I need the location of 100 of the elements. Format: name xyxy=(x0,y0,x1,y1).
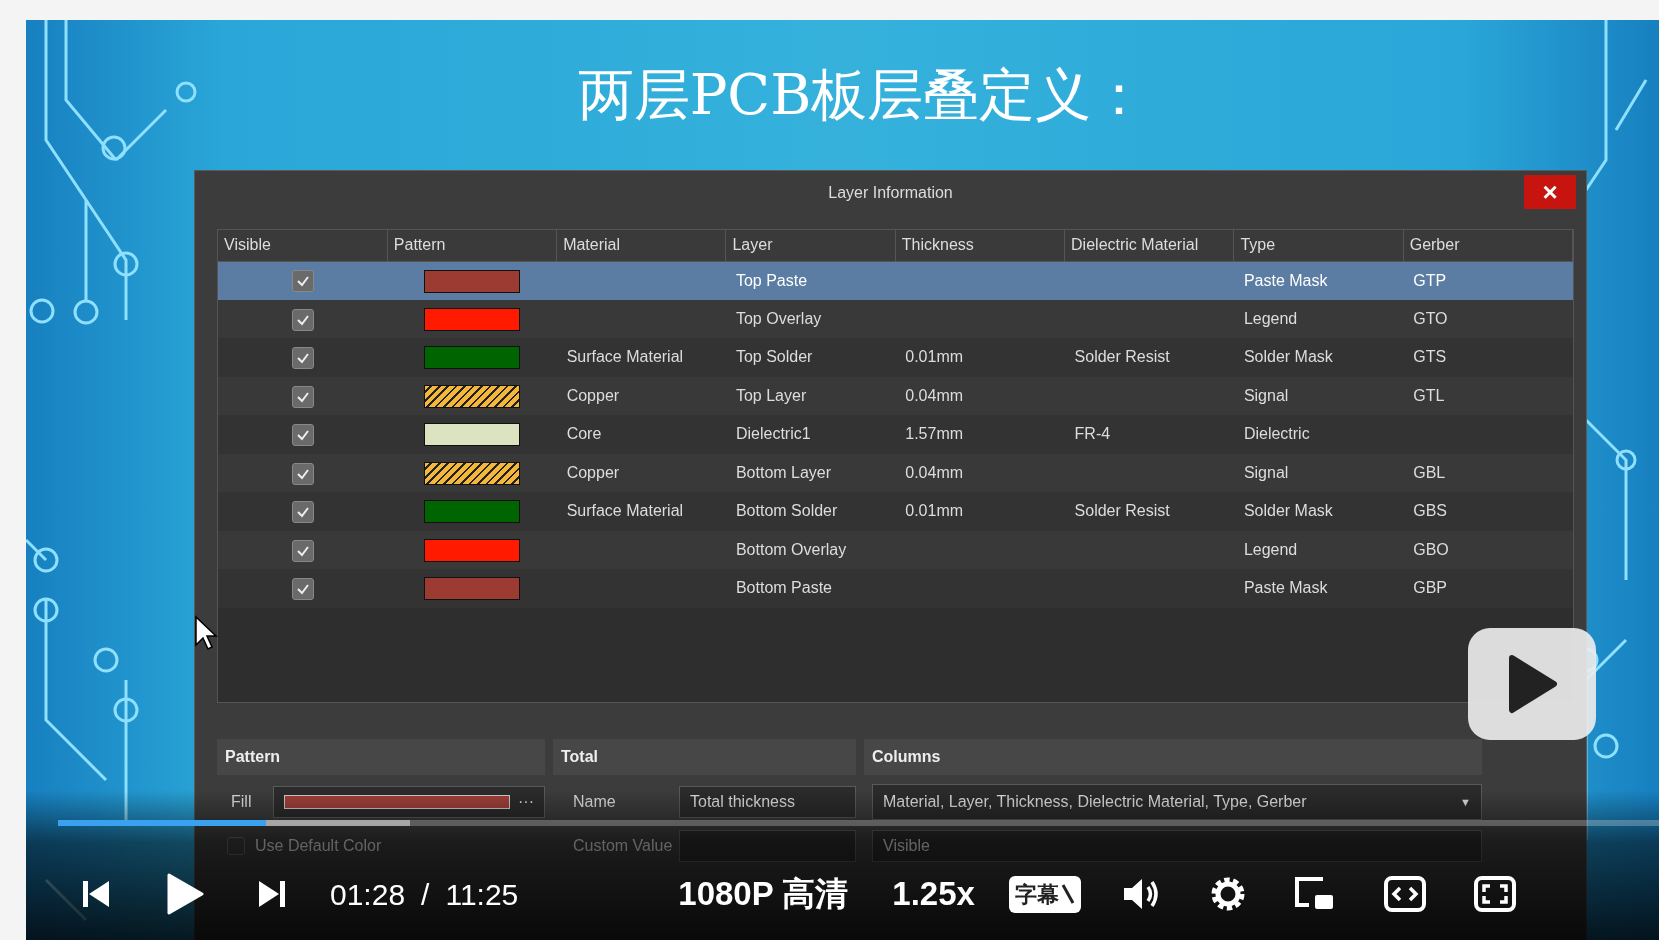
table-cell: Solder Resist xyxy=(1074,502,1170,520)
table-cell: Dielectric1 xyxy=(735,425,811,443)
visible-checkbox[interactable] xyxy=(291,385,314,408)
table-cell: Signal xyxy=(1243,463,1289,481)
caret-icon: ▼ xyxy=(1460,793,1471,811)
field-label: Name xyxy=(573,792,617,812)
table-cell: Top Paste xyxy=(735,271,808,289)
fill-field[interactable]: ··· xyxy=(273,786,545,818)
table-cell: 0.01mm xyxy=(905,348,964,366)
visible-checkbox[interactable] xyxy=(291,308,314,331)
play-overlay-button[interactable] xyxy=(1468,628,1596,740)
table-row[interactable]: Surface Material Bottom Solder 0.01mm Solder Resist Solder Mask GBS xyxy=(218,492,1573,531)
table-row[interactable]: Copper Bottom Layer 0.04mm Signal GBL xyxy=(218,453,1573,492)
visible-checkbox[interactable] xyxy=(291,347,314,369)
table-cell: Bottom Paste xyxy=(735,579,832,597)
visible-checkbox[interactable] xyxy=(291,462,314,485)
visible-checkbox[interactable] xyxy=(291,424,314,446)
previous-icon xyxy=(80,878,112,910)
table-row[interactable]: Core Dielectric1 1.57mm FR-4 Dielectric xyxy=(218,415,1573,454)
table-cell: Signal xyxy=(1243,386,1289,404)
visible-checkbox[interactable] xyxy=(291,578,314,600)
columns-dropdown[interactable]: Material, Layer, Thickness, Dielectric Material, Type, Gerber ▼ xyxy=(872,784,1482,820)
slash-icon xyxy=(1060,883,1075,905)
table-cell: Legend xyxy=(1243,309,1298,327)
progress-bar[interactable] xyxy=(58,820,1659,826)
table-cell: Legend xyxy=(1243,540,1298,558)
table-cell: Paste Mask xyxy=(1243,271,1328,289)
column-header[interactable]: Pattern xyxy=(387,230,557,261)
field-label: Fill xyxy=(231,792,252,812)
visible-checkbox[interactable] xyxy=(291,539,314,562)
column-header[interactable]: Layer xyxy=(725,230,896,261)
previous-button[interactable] xyxy=(80,878,112,910)
table-cell: GBP xyxy=(1413,579,1447,597)
table-cell: Surface Material xyxy=(566,348,684,366)
panel-heading: Columns xyxy=(864,739,1482,775)
table-cell: Top Layer xyxy=(735,386,807,404)
table-cell: FR-4 xyxy=(1074,425,1111,443)
table-cell: Top Solder xyxy=(735,348,813,366)
checkbox-label: Use Default Color xyxy=(255,836,382,856)
next-icon xyxy=(256,878,288,910)
table-cell: Copper xyxy=(566,463,620,481)
table-cell: Bottom Overlay xyxy=(735,540,847,558)
quality-button[interactable]: 1080P 高清 xyxy=(678,869,849,919)
fullscreen-icon xyxy=(1472,875,1517,913)
table-cell: Bottom Solder xyxy=(735,502,838,520)
table-row[interactable]: Bottom Overlay Legend GBO xyxy=(218,530,1573,569)
panel-heading: Pattern xyxy=(217,739,545,775)
table-cell: GBO xyxy=(1413,540,1449,558)
table-cell: GBL xyxy=(1413,463,1446,481)
table-cell: Paste Mask xyxy=(1243,579,1328,597)
play-button[interactable] xyxy=(166,873,204,915)
panel-heading: Total xyxy=(553,739,856,775)
play-icon xyxy=(1506,654,1558,714)
table-cell: Bottom Layer xyxy=(735,463,832,481)
table-cell: GTL xyxy=(1413,386,1445,404)
table-cell: 0.04mm xyxy=(905,463,964,481)
column-header[interactable]: Dielectric Material xyxy=(1064,230,1234,261)
table-cell: Surface Material xyxy=(566,502,684,520)
table-cell: Solder Mask xyxy=(1243,502,1333,520)
subtitle-button[interactable]: 字幕 xyxy=(1008,875,1081,913)
name-field[interactable]: Total thickness xyxy=(679,786,856,818)
more-button[interactable]: ··· xyxy=(518,790,534,814)
slide-title: 两层PCB板层叠定义： xyxy=(576,61,1148,129)
play-icon xyxy=(166,873,204,915)
table-row[interactable]: Bottom Paste Paste Mask GBP xyxy=(218,569,1573,608)
table-cell: GTO xyxy=(1413,309,1448,327)
table-row[interactable]: Surface Material Top Solder 0.01mm Solder Resist Solder Mask GTS xyxy=(218,338,1573,377)
web-fullscreen-icon xyxy=(1382,875,1427,913)
fullscreen-button[interactable] xyxy=(1472,875,1517,913)
column-header[interactable]: Gerber xyxy=(1403,230,1573,261)
web-fullscreen-button[interactable] xyxy=(1382,875,1427,913)
table-cell: 0.01mm xyxy=(905,502,964,520)
table-row[interactable]: Top Overlay Legend GTO xyxy=(218,299,1573,338)
table-cell: GBS xyxy=(1413,502,1447,520)
visible-checkbox[interactable] xyxy=(291,270,314,293)
column-header[interactable]: Visible xyxy=(218,230,388,261)
next-button[interactable] xyxy=(256,878,288,910)
current-time: 01:28 xyxy=(330,876,406,913)
table-cell: GTS xyxy=(1413,348,1447,366)
table-cell: Top Overlay xyxy=(735,309,822,327)
total-time: 11:25 xyxy=(445,876,519,913)
table-cell: Solder Resist xyxy=(1074,348,1170,366)
table-cell: 1.57mm xyxy=(905,425,964,443)
close-button[interactable]: × xyxy=(1524,175,1576,209)
time-separator: / xyxy=(421,876,430,913)
column-header[interactable]: Material xyxy=(556,230,726,261)
column-header[interactable]: Type xyxy=(1233,230,1404,261)
table-cell: Dielectric xyxy=(1243,425,1310,443)
table-cell: Core xyxy=(566,425,602,443)
default-color-checkbox[interactable] xyxy=(227,837,245,855)
dialog-title: Layer Information xyxy=(828,183,953,203)
mouse-cursor-icon xyxy=(194,615,218,651)
visible-checkbox[interactable] xyxy=(291,501,314,523)
table-row[interactable]: Copper Top Layer 0.04mm Signal GTL xyxy=(218,376,1573,415)
table-row[interactable]: Top Paste Paste Mask GTP xyxy=(218,261,1573,300)
custom-value-field[interactable] xyxy=(679,830,856,862)
table-cell: Copper xyxy=(566,386,620,404)
speed-button[interactable]: 1.25x xyxy=(892,869,975,919)
column-header[interactable]: Thickness xyxy=(895,230,1065,261)
table-cell: GTP xyxy=(1413,271,1447,289)
